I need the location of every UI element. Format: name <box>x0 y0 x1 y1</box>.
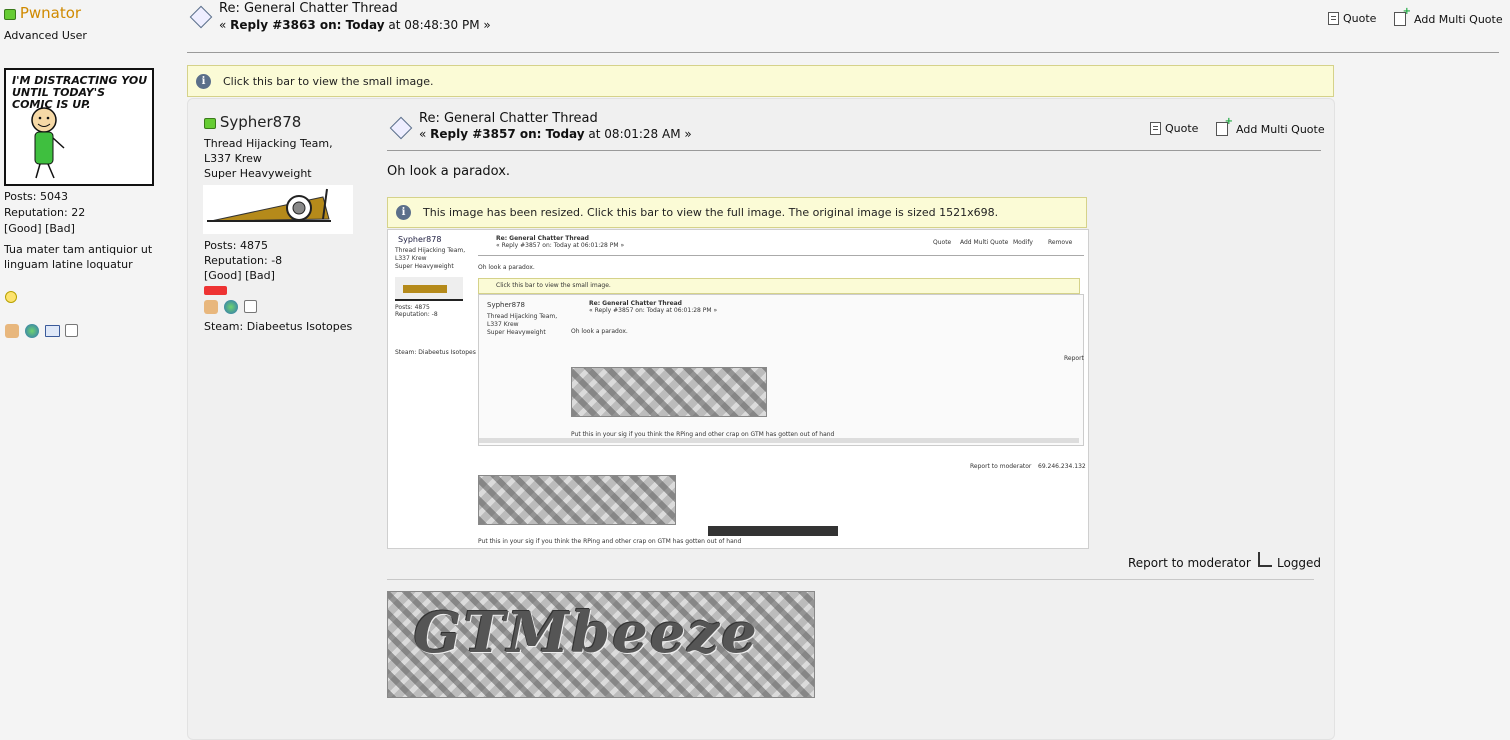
author-rank: Advanced User <box>4 29 87 42</box>
inner-profile-icon[interactable] <box>204 299 218 314</box>
inner-karma-good-link[interactable]: [Good] <box>204 269 242 282</box>
inner-post-count: Posts: 4875 <box>204 239 268 252</box>
quote-button[interactable]: Quote <box>1328 12 1376 25</box>
reply-info: « Reply #3863 on: Today at 08:48:30 PM » <box>219 18 491 32</box>
inner-author-name-row: Sypher878 <box>204 113 301 131</box>
inner-reply-number[interactable]: Reply #3857 on: Today <box>430 127 584 141</box>
inner-quote-icon <box>1150 122 1161 135</box>
reputation: Reputation: 22 <box>4 206 86 219</box>
karma-good-link[interactable]: [Good] <box>4 222 42 235</box>
report-to-moderator-link[interactable]: Report to moderator <box>1128 556 1251 571</box>
signature-image: GTMbeeze <box>387 591 815 698</box>
inner-multi-quote-icon <box>1216 116 1233 136</box>
signature-divider <box>387 579 1314 580</box>
inner-author-group: Thread Hijacking Team, L337 Krew <box>204 137 333 165</box>
youtube-icon[interactable] <box>204 286 227 295</box>
online-status-icon <box>4 9 16 20</box>
embedded-screenshot[interactable]: Sypher878 Thread Hijacking Team, L337 Kr… <box>387 229 1089 549</box>
inner-pm-icon[interactable] <box>243 300 257 313</box>
inner-reply-info: « Reply #3857 on: Today at 08:01:28 AM » <box>419 127 692 141</box>
inner-karma-links: [Good] [Bad] <box>204 268 275 283</box>
inner-info-icon: i <box>396 205 411 220</box>
inner-website-icon[interactable] <box>223 299 238 314</box>
profile-icon-row <box>5 323 80 338</box>
gender-icon <box>5 291 17 303</box>
inner-rank-image <box>203 185 353 234</box>
inner-post-body: Oh look a paradox. <box>387 164 511 179</box>
ip-logged-icon <box>1258 552 1272 567</box>
avatar-figure <box>31 107 65 179</box>
multi-quote-icon <box>1394 6 1411 26</box>
post-icon <box>189 5 213 29</box>
author-name-row: Pwnator <box>4 4 81 22</box>
inner-author-rank: Super Heavyweight <box>204 167 312 180</box>
inner-reputation: Reputation: -8 <box>204 254 283 267</box>
inner-steam: Steam: Diabeetus Isotopes <box>204 320 353 333</box>
reply-number[interactable]: Reply #3863 on: Today <box>230 18 384 32</box>
personal-text: Tua mater tam antiquior ut linguam latin… <box>4 243 153 271</box>
inner-profile-icon-row <box>204 299 259 314</box>
inner-post-title[interactable]: Re: General Chatter Thread <box>419 111 598 126</box>
pm-icon[interactable] <box>65 324 79 337</box>
profile-icon[interactable] <box>5 323 19 338</box>
inner-karma-bad-link[interactable]: [Bad] <box>245 269 275 282</box>
logged-label: Logged <box>1277 556 1322 570</box>
author-name[interactable]: Pwnator <box>20 4 81 22</box>
quote-icon <box>1328 12 1339 25</box>
resized-image-bar[interactable]: i This image has been resized. Click thi… <box>387 197 1087 228</box>
inner-quote-button[interactable]: Quote <box>1150 122 1198 135</box>
small-image-bar[interactable]: i Click this bar to view the small image… <box>187 65 1334 97</box>
multi-quote-button[interactable]: Add Multi Quote <box>1394 6 1503 26</box>
post-count: Posts: 5043 <box>4 190 68 203</box>
karma-links: [Good] [Bad] <box>4 221 75 236</box>
inner-online-status-icon <box>204 118 216 129</box>
website-icon[interactable] <box>24 323 39 338</box>
header-divider <box>187 52 1499 53</box>
info-icon: i <box>196 73 211 89</box>
email-icon[interactable] <box>44 324 60 337</box>
inner-author-name[interactable]: Sypher878 <box>220 113 301 131</box>
avatar: I'M DISTRACTING YOU UNTIL TODAY'S COMIC … <box>4 68 154 186</box>
post-title[interactable]: Re: General Chatter Thread <box>219 1 398 16</box>
inner-header-divider <box>387 150 1321 151</box>
karma-bad-link[interactable]: [Bad] <box>45 222 75 235</box>
inner-multi-quote-button[interactable]: Add Multi Quote <box>1216 116 1325 136</box>
